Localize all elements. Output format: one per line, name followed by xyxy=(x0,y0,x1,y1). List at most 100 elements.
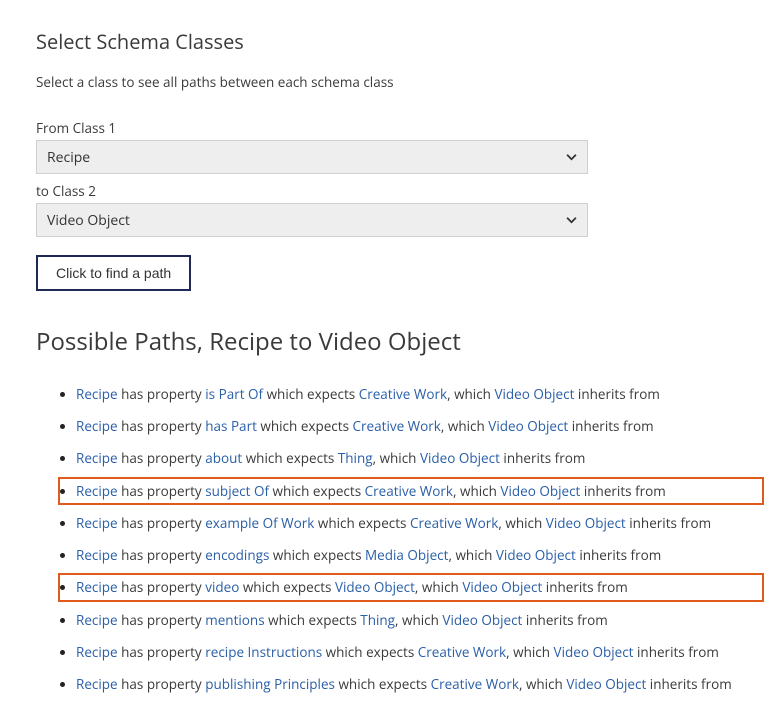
txt-has-property: has property xyxy=(118,546,206,564)
path-item: Recipe has property about which expects … xyxy=(76,442,732,474)
txt-comma-which: , which xyxy=(373,449,420,467)
txt-which-expects: which expects xyxy=(239,578,335,596)
path-property-link[interactable]: has Part xyxy=(205,417,257,435)
path-item: Recipe has property mentions which expec… xyxy=(76,604,732,636)
path-start-link[interactable]: Recipe xyxy=(76,385,118,403)
path-expects-link[interactable]: Creative Work xyxy=(353,417,441,435)
page-heading: Select Schema Classes xyxy=(36,28,732,55)
path-item: Recipe has property is Part Of which exp… xyxy=(76,378,732,410)
txt-has-property: has property xyxy=(118,449,206,467)
path-inherit-link[interactable]: Video Object xyxy=(462,578,542,596)
txt-inherits-from: inherits from xyxy=(576,546,661,564)
txt-inherits-from: inherits from xyxy=(634,643,719,661)
path-inherit-link[interactable]: Video Object xyxy=(420,449,500,467)
path-start-link[interactable]: Recipe xyxy=(76,611,118,629)
txt-has-property: has property xyxy=(118,611,206,629)
path-inherit-link[interactable]: Video Object xyxy=(546,514,626,532)
txt-has-property: has property xyxy=(118,643,206,661)
path-expects-link[interactable]: Video Object xyxy=(335,578,415,596)
txt-which-expects: which expects xyxy=(269,546,365,564)
txt-which-expects: which expects xyxy=(265,611,361,629)
txt-has-property: has property xyxy=(118,675,206,693)
txt-which-expects: which expects xyxy=(263,385,359,403)
intro-text: Select a class to see all paths between … xyxy=(36,73,732,91)
path-item: Recipe has property encodings which expe… xyxy=(76,539,732,571)
results-heading: Possible Paths, Recipe to Video Object xyxy=(36,325,732,358)
path-inherit-link[interactable]: Video Object xyxy=(566,675,646,693)
txt-has-property: has property xyxy=(118,385,206,403)
path-start-link[interactable]: Recipe xyxy=(76,578,118,596)
path-item: Recipe has property recipe Instructions … xyxy=(76,636,732,668)
path-expects-link[interactable]: Media Object xyxy=(365,546,448,564)
txt-which-expects: which expects xyxy=(322,643,418,661)
path-property-link[interactable]: recipe Instructions xyxy=(205,643,322,661)
path-start-link[interactable]: Recipe xyxy=(76,643,118,661)
txt-comma-which: , which xyxy=(498,514,545,532)
path-inherit-link[interactable]: Video Object xyxy=(500,482,580,500)
path-item: Recipe has property example Of Work whic… xyxy=(76,507,732,539)
find-path-button[interactable]: Click to find a path xyxy=(36,255,191,291)
txt-comma-which: , which xyxy=(441,417,488,435)
txt-comma-which: , which xyxy=(447,385,494,403)
txt-comma-which: , which xyxy=(415,578,462,596)
txt-has-property: has property xyxy=(118,417,206,435)
txt-inherits-from: inherits from xyxy=(580,482,665,500)
path-property-link[interactable]: publishing Principles xyxy=(205,675,335,693)
txt-inherits-from: inherits from xyxy=(500,449,585,467)
paths-list: Recipe has property is Part Of which exp… xyxy=(36,378,732,700)
from-class-value: Recipe xyxy=(47,148,90,167)
txt-which-expects: which expects xyxy=(269,482,365,500)
path-expects-link[interactable]: Creative Work xyxy=(359,385,447,403)
path-inherit-link[interactable]: Video Object xyxy=(488,417,568,435)
txt-which-expects: which expects xyxy=(257,417,353,435)
path-start-link[interactable]: Recipe xyxy=(76,514,118,532)
to-class-value: Video Object xyxy=(47,211,130,230)
path-start-link[interactable]: Recipe xyxy=(76,675,118,693)
path-property-link[interactable]: example Of Work xyxy=(205,514,314,532)
path-expects-link[interactable]: Thing xyxy=(360,611,395,629)
path-inherit-link[interactable]: Video Object xyxy=(442,611,522,629)
path-property-link[interactable]: is Part Of xyxy=(205,385,263,403)
path-property-link[interactable]: encodings xyxy=(205,546,269,564)
path-inherit-link[interactable]: Video Object xyxy=(494,385,574,403)
txt-inherits-from: inherits from xyxy=(542,578,627,596)
txt-which-expects: which expects xyxy=(335,675,431,693)
path-expects-link[interactable]: Creative Work xyxy=(365,482,453,500)
txt-comma-which: , which xyxy=(448,546,495,564)
path-item: Recipe has property has Part which expec… xyxy=(76,410,732,442)
path-property-link[interactable]: about xyxy=(205,449,242,467)
chevron-down-icon xyxy=(566,152,577,163)
path-expects-link[interactable]: Thing xyxy=(338,449,373,467)
path-item: Recipe has property video which expects … xyxy=(76,571,732,603)
txt-has-property: has property xyxy=(118,578,206,596)
path-start-link[interactable]: Recipe xyxy=(76,449,118,467)
path-item: Recipe has property publishing Principle… xyxy=(76,668,732,700)
txt-comma-which: , which xyxy=(519,675,566,693)
path-expects-link[interactable]: Creative Work xyxy=(410,514,498,532)
txt-comma-which: , which xyxy=(506,643,553,661)
to-class-label: to Class 2 xyxy=(36,182,732,200)
path-expects-link[interactable]: Creative Work xyxy=(431,675,519,693)
path-start-link[interactable]: Recipe xyxy=(76,482,118,500)
txt-inherits-from: inherits from xyxy=(574,385,659,403)
from-class-select[interactable]: Recipe xyxy=(36,140,588,174)
txt-has-property: has property xyxy=(118,514,206,532)
txt-comma-which: , which xyxy=(395,611,442,629)
txt-inherits-from: inherits from xyxy=(646,675,731,693)
txt-inherits-from: inherits from xyxy=(522,611,607,629)
path-property-link[interactable]: subject Of xyxy=(205,482,269,500)
path-start-link[interactable]: Recipe xyxy=(76,417,118,435)
txt-comma-which: , which xyxy=(453,482,500,500)
path-inherit-link[interactable]: Video Object xyxy=(496,546,576,564)
to-class-select[interactable]: Video Object xyxy=(36,203,588,237)
txt-has-property: has property xyxy=(118,482,206,500)
txt-inherits-from: inherits from xyxy=(626,514,711,532)
from-class-label: From Class 1 xyxy=(36,119,732,137)
path-expects-link[interactable]: Creative Work xyxy=(418,643,506,661)
path-property-link[interactable]: video xyxy=(205,578,239,596)
path-inherit-link[interactable]: Video Object xyxy=(554,643,634,661)
chevron-down-icon xyxy=(566,215,577,226)
txt-which-expects: which expects xyxy=(242,449,338,467)
path-property-link[interactable]: mentions xyxy=(205,611,264,629)
path-start-link[interactable]: Recipe xyxy=(76,546,118,564)
